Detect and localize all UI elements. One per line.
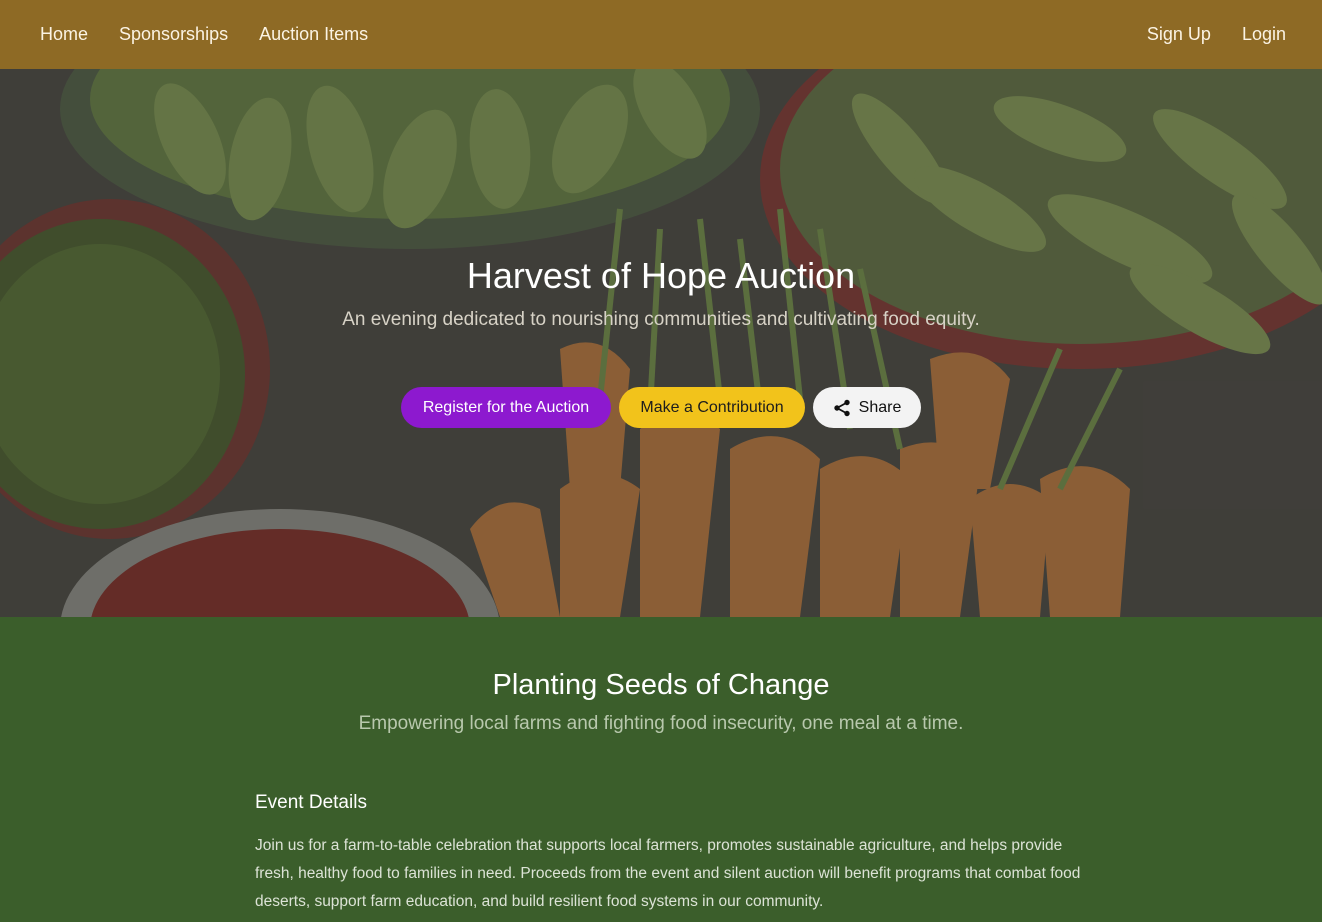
share-button-label: Share [858, 398, 902, 416]
nav-right-group: Sign Up Login [1116, 24, 1286, 45]
mission-section: Planting Seeds of Change Empowering loca… [0, 617, 1322, 922]
event-details-heading: Event Details [255, 792, 367, 813]
section-title: Planting Seeds of Change [492, 669, 830, 701]
section-subtitle: Empowering local farms and fighting food… [358, 713, 964, 734]
nav-left-group: Home Sponsorships Auction Items [40, 24, 399, 45]
hero-title: Harvest of Hope Auction [466, 255, 856, 296]
hero-banner: Harvest of Hope Auction An evening dedic… [0, 69, 1322, 617]
share-icon [833, 399, 850, 416]
event-details-body: Join us for a farm-to-table celebration … [255, 837, 1081, 910]
nav-link-sign-up[interactable]: Sign Up [1147, 24, 1211, 45]
share-button[interactable]: Share [813, 387, 921, 428]
hero-button-row: Register for the Auction Make a Contribu… [0, 387, 1322, 428]
register-button[interactable]: Register for the Auction [401, 387, 611, 428]
nav-link-login[interactable]: Login [1242, 24, 1286, 45]
hero-content: Harvest of Hope Auction An evening dedic… [0, 69, 1322, 617]
nav-link-home[interactable]: Home [40, 24, 88, 45]
nav-link-sponsorships[interactable]: Sponsorships [119, 24, 228, 45]
nav-link-auction-items[interactable]: Auction Items [259, 24, 368, 45]
contribute-button[interactable]: Make a Contribution [619, 387, 805, 428]
hero-subtitle: An evening dedicated to nourishing commu… [342, 309, 980, 330]
top-navbar: Home Sponsorships Auction Items Sign Up … [0, 0, 1322, 69]
